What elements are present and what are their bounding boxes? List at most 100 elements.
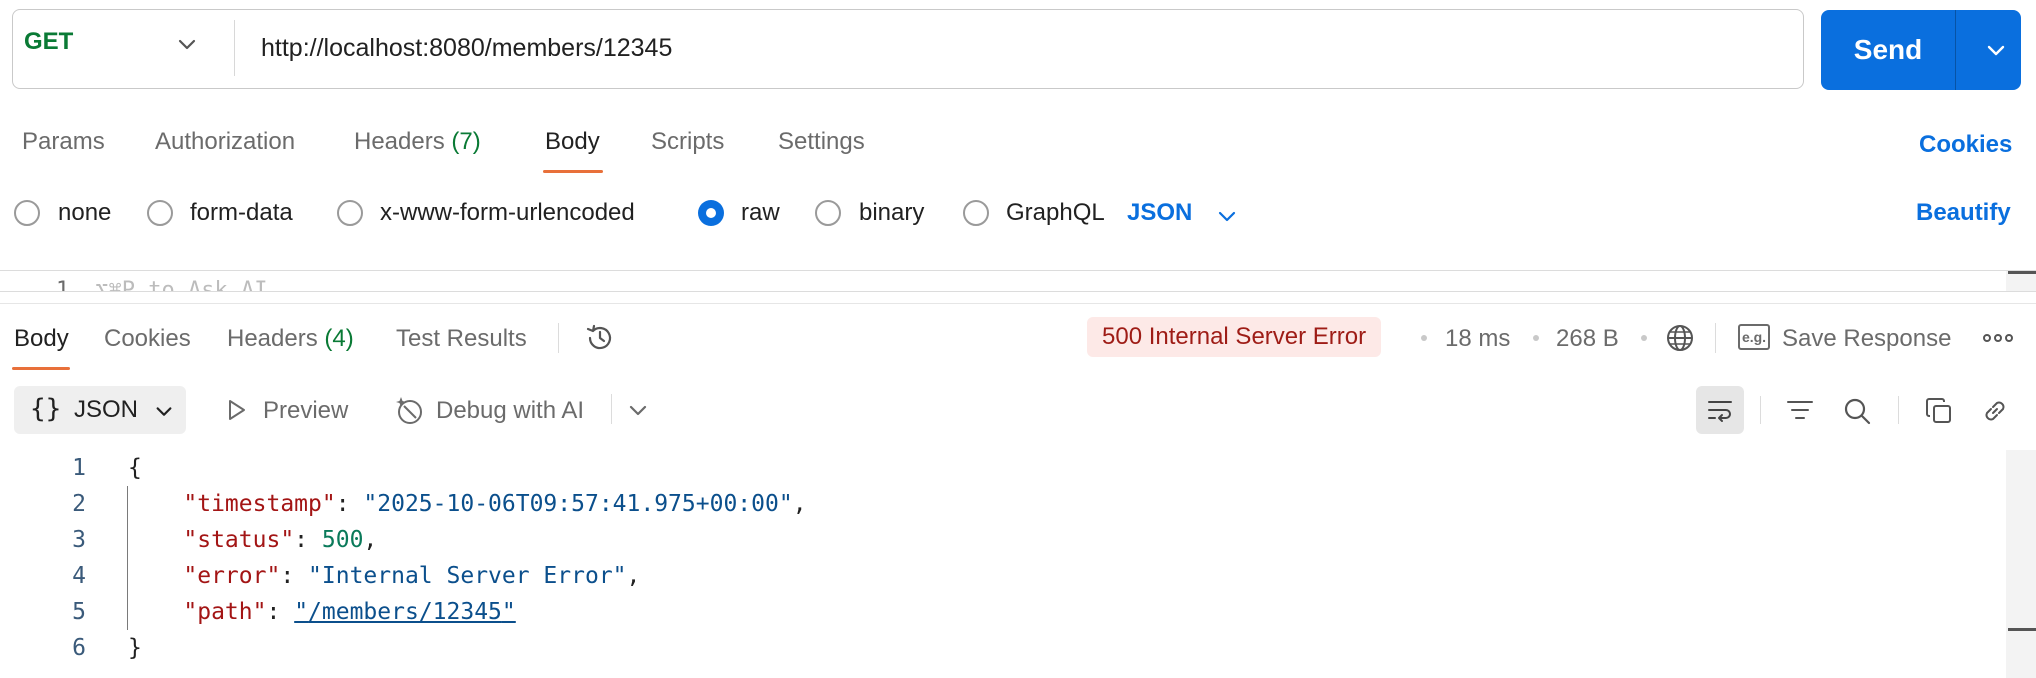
json-key: "timestamp": [183, 491, 336, 517]
code-line: }: [128, 630, 142, 666]
radio-graphql[interactable]: [963, 200, 989, 226]
response-tab-body[interactable]: Body: [14, 325, 69, 353]
chevron-down-icon[interactable]: [627, 400, 649, 422]
status-badge[interactable]: 500 Internal Server Error: [1087, 317, 1382, 357]
radio-x-www-form-urlencoded-label[interactable]: x-www-form-urlencoded: [380, 199, 635, 227]
json-key: "status": [183, 527, 295, 553]
chevron-down-icon[interactable]: [1216, 206, 1238, 228]
radio-binary-label[interactable]: binary: [859, 199, 924, 227]
radio-raw-label[interactable]: raw: [741, 199, 780, 227]
copy-icon[interactable]: [1924, 396, 1954, 426]
tab-authorization[interactable]: Authorization: [155, 128, 295, 156]
radio-none[interactable]: [14, 200, 40, 226]
json-brace: {: [128, 455, 142, 481]
search-icon[interactable]: [1842, 396, 1872, 426]
braces-icon: {}: [30, 394, 62, 424]
line-number: 1: [72, 455, 86, 481]
code-line: {: [128, 450, 142, 486]
ai-sparkle-icon[interactable]: [393, 394, 425, 426]
wrap-lines-icon: [1708, 401, 1732, 422]
code-line: "status": 500,: [183, 527, 378, 553]
url-divider: [234, 20, 235, 76]
response-scrollbar[interactable]: [2006, 450, 2036, 678]
editor-border: [0, 291, 2036, 292]
request-body-editor[interactable]: 1 ⌥⌘P to Ask AI: [56, 278, 267, 291]
divider: [558, 323, 559, 353]
response-tab-headers-count: (4): [324, 325, 354, 352]
separator-dot: [1533, 335, 1539, 341]
response-tab-headers[interactable]: Headers (4): [227, 325, 354, 353]
chevron-down-icon[interactable]: [1985, 40, 2007, 62]
send-split-divider: [1955, 10, 1956, 90]
json-link-value[interactable]: /members/12345: [308, 599, 502, 625]
beautify-button[interactable]: Beautify: [1916, 199, 2011, 227]
radio-x-www-form-urlencoded[interactable]: [337, 200, 363, 226]
response-tab-cookies[interactable]: Cookies: [104, 325, 191, 353]
debug-with-ai-button[interactable]: Debug with AI: [436, 397, 584, 425]
radio-none-label[interactable]: none: [58, 199, 111, 227]
divider: [1760, 396, 1761, 424]
preview-button[interactable]: Preview: [263, 397, 348, 425]
separator-dot: [1421, 335, 1427, 341]
globe-icon[interactable]: [1664, 322, 1696, 354]
divider: [611, 394, 612, 424]
editor-border: [0, 270, 2036, 271]
response-format-label: JSON: [74, 396, 139, 423]
response-tab-headers-label: Headers: [227, 325, 318, 352]
json-key: "error": [183, 563, 281, 589]
send-button-group: Send: [1821, 10, 2021, 90]
raw-format-select[interactable]: JSON: [1127, 199, 1192, 227]
active-tab-indicator: [543, 170, 603, 173]
more-icon[interactable]: [1983, 333, 2013, 343]
line-number: 5: [72, 599, 86, 625]
link-icon[interactable]: [1980, 396, 2010, 426]
send-button[interactable]: Send: [1821, 10, 1955, 90]
json-brace: }: [128, 635, 142, 661]
radio-form-data[interactable]: [147, 200, 173, 226]
tab-params[interactable]: Params: [22, 128, 105, 156]
url-input[interactable]: http://localhost:8080/members/12345: [261, 34, 672, 63]
radio-form-data-label[interactable]: form-data: [190, 199, 293, 227]
tab-headers[interactable]: Headers (7): [354, 128, 481, 156]
json-value: 500: [321, 527, 364, 553]
history-icon[interactable]: [584, 322, 616, 354]
json-key: "path": [183, 599, 267, 625]
radio-graphql-label[interactable]: GraphQL: [1006, 199, 1105, 227]
response-tab-test-results[interactable]: Test Results: [396, 325, 527, 353]
json-value: "2025-10-06T09:57:41.975+00:00": [363, 491, 793, 517]
line-number: 4: [72, 563, 86, 589]
line-number: 3: [72, 527, 86, 553]
save-response-button[interactable]: Save Response: [1782, 325, 1951, 353]
chevron-down-icon: [156, 407, 172, 416]
tab-settings[interactable]: Settings: [778, 128, 865, 156]
line-number: 1: [56, 278, 70, 291]
method-select[interactable]: GET: [24, 28, 73, 56]
response-time[interactable]: 18 ms: [1445, 325, 1510, 353]
example-icon[interactable]: e.g.: [1738, 324, 1770, 350]
divider: [1898, 396, 1899, 424]
radio-raw[interactable]: [698, 200, 724, 226]
separator-dot: [1641, 335, 1647, 341]
response-size[interactable]: 268 B: [1556, 325, 1619, 353]
tab-headers-count: (7): [451, 128, 481, 155]
code-line: "error": "Internal Server Error",: [183, 563, 641, 589]
editor-placeholder: ⌥⌘P to Ask AI: [95, 278, 268, 291]
editor-scrollbar[interactable]: [2006, 271, 2036, 291]
tab-scripts[interactable]: Scripts: [651, 128, 724, 156]
divider: [1715, 323, 1716, 353]
line-number: 6: [72, 635, 86, 661]
active-tab-indicator: [12, 367, 70, 370]
radio-binary[interactable]: [815, 200, 841, 226]
code-line: "path": "/members/12345": [183, 599, 516, 625]
chevron-down-icon[interactable]: [176, 34, 198, 56]
preview-icon[interactable]: [224, 398, 248, 422]
tab-body[interactable]: Body: [545, 128, 600, 156]
response-format-select[interactable]: {} JSON: [14, 386, 186, 434]
code-line: "timestamp": "2025-10-06T09:57:41.975+00…: [183, 491, 807, 517]
filter-icon[interactable]: [1786, 398, 1814, 422]
tab-headers-label: Headers: [354, 128, 445, 155]
wrap-lines-button[interactable]: [1696, 386, 1744, 434]
cookies-link[interactable]: Cookies: [1919, 131, 2012, 159]
json-value: "Internal Server Error": [308, 563, 627, 589]
pane-separator[interactable]: [0, 303, 2036, 304]
